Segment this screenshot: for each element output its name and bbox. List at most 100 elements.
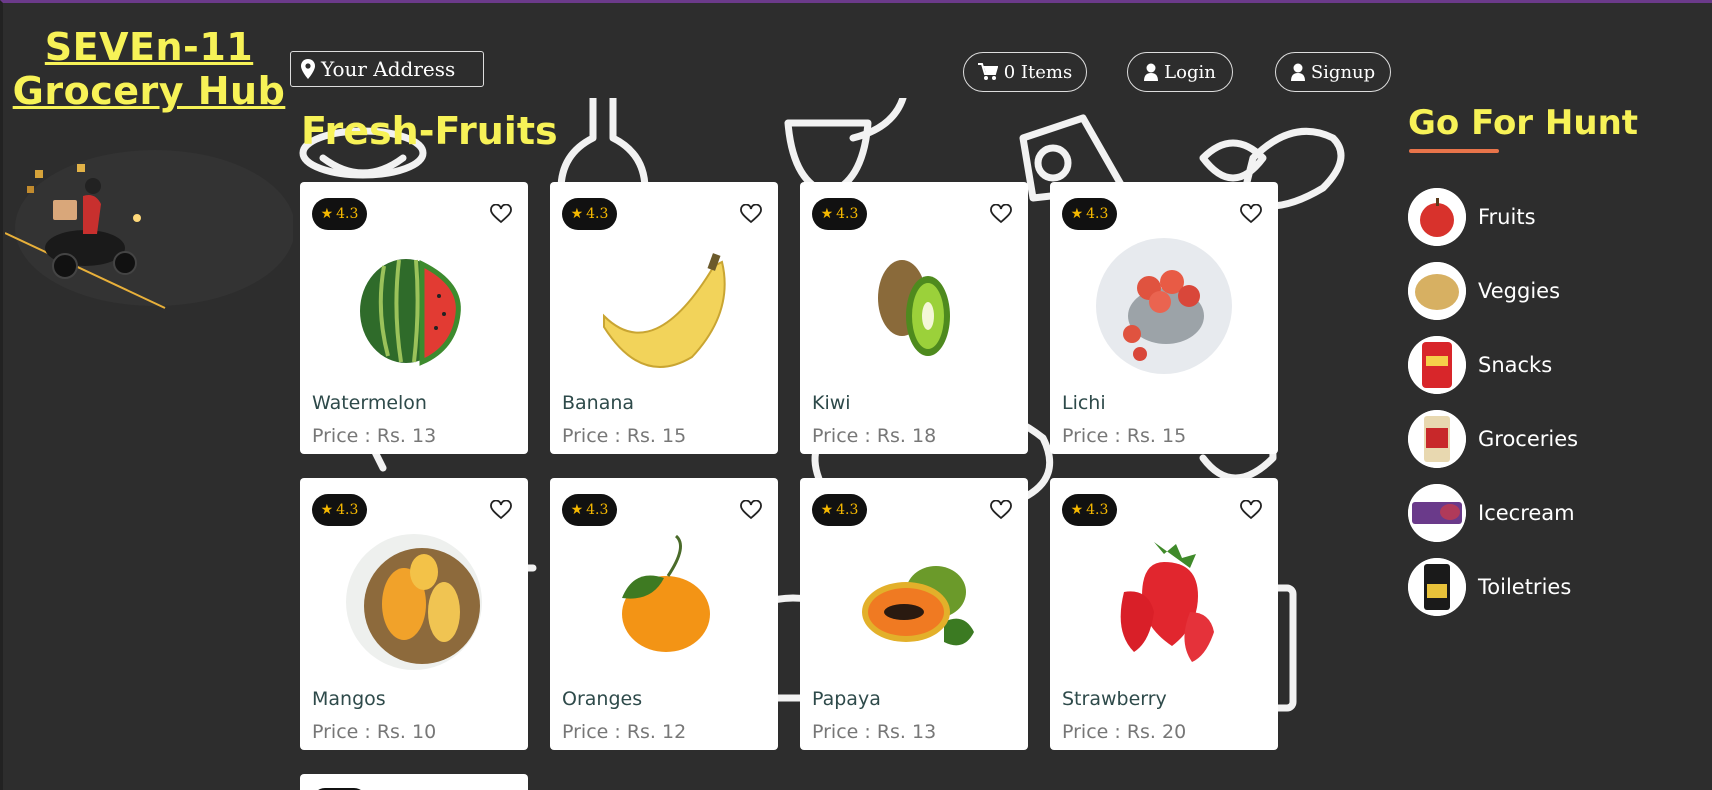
category-label: Icecream [1478,501,1575,525]
star-icon: ★ [570,502,584,518]
star-icon: ★ [320,206,334,222]
rating-value: 4.3 [1086,206,1109,222]
cart-button[interactable]: 0 Items [963,52,1087,92]
product-price: Price : Rs. 15 [1062,425,1187,447]
category-label: Veggies [1478,279,1561,303]
sidebar-title: Go For Hunt [1408,103,1639,143]
heart-icon[interactable] [990,204,1012,224]
star-icon: ★ [1070,502,1084,518]
product-card-strawberry[interactable]: ★ 4.3 Strawberry Price : Rs. 20 [1050,478,1278,750]
heart-icon[interactable] [490,500,512,520]
section-title: Fresh-Fruits [301,109,558,153]
shopping-cart-icon [977,63,998,80]
category-label: Snacks [1478,353,1553,377]
category-item-toiletries[interactable]: Toiletries [1408,558,1658,616]
product-card-kiwi[interactable]: ★ 4.3 Kiwi Price : Rs. 18 [800,182,1028,454]
product-card-papaya[interactable]: ★ 4.3 Papaya Price : Rs. 13 [800,478,1028,750]
rating-value: 4.3 [836,502,859,518]
login-button[interactable]: Login [1127,52,1233,92]
map-pin-icon [301,59,315,79]
star-icon: ★ [320,502,334,518]
product-price: Price : Rs. 15 [562,425,687,447]
product-name: Strawberry [1062,688,1167,710]
address-selector[interactable]: Your Address [290,51,484,87]
category-label: Toiletries [1478,575,1572,599]
rating-value: 4.3 [836,206,859,222]
chips-packet-thumbnail [1408,336,1466,394]
rating-badge: ★ 4.3 [812,198,867,230]
rating-badge: ★ 4.3 [1062,494,1117,526]
star-icon: ★ [820,502,834,518]
product-name: Kiwi [812,392,851,414]
heart-icon[interactable] [490,204,512,224]
product-card-partial[interactable] [300,774,528,790]
heart-icon[interactable] [990,500,1012,520]
logo-line-1: SEVEn-11 [44,25,254,69]
product-card-oranges[interactable]: ★ 4.3 Oranges Price : Rs. 12 [550,478,778,750]
product-name: Papaya [812,688,881,710]
product-price: Price : Rs. 12 [562,721,687,743]
mango-image [346,534,482,670]
rating-value: 4.3 [336,502,359,518]
kiwi-image [878,260,950,356]
star-icon: ★ [820,206,834,222]
product-price: Price : Rs. 13 [812,721,937,743]
product-card-mangos[interactable]: ★ 4.3 Mangos Price : Rs. 10 [300,478,528,750]
login-label: Login [1164,61,1216,83]
product-name: Lichi [1062,392,1106,414]
address-label: Your Address [321,57,456,81]
papaya-image [862,566,974,646]
potato-thumbnail [1408,262,1466,320]
user-icon [1290,63,1305,81]
product-card-banana[interactable]: ★ 4.3 Banana Price : Rs. 15 [550,182,778,454]
apple-thumbnail [1408,188,1466,246]
product-card-lichi[interactable]: ★ 4.3 Lichi Price : Rs. 15 [1050,182,1278,454]
rating-badge: ★ 4.3 [812,494,867,526]
toiletries-thumbnail [1408,558,1466,616]
signup-label: Signup [1310,61,1376,83]
grocery-bag-thumbnail [1408,410,1466,468]
rating-value: 4.3 [586,206,609,222]
rating-badge: ★ 4.3 [1062,198,1117,230]
icecream-tub-thumbnail [1408,484,1466,542]
sidebar-title-underline [1409,149,1499,153]
category-item-snacks[interactable]: Snacks [1408,336,1658,394]
heart-icon[interactable] [1240,204,1262,224]
product-card-watermelon[interactable]: ★ 4.3 Watermelon Price : Rs. 13 [300,182,528,454]
delivery-scooter-illustration [5,150,293,309]
product-price: Price : Rs. 10 [312,721,437,743]
star-icon: ★ [570,206,584,222]
watermelon-image [360,259,461,366]
banana-image [603,253,726,368]
category-item-groceries[interactable]: Groceries [1408,410,1658,468]
heart-icon[interactable] [740,204,762,224]
category-label: Fruits [1478,205,1536,229]
rating-badge: ★ 4.3 [312,198,367,230]
site-logo[interactable]: SEVEn-11 Grocery Hub [9,25,289,113]
rating-value: 4.3 [586,502,609,518]
product-name: Banana [562,392,635,414]
lichi-image [1096,238,1232,374]
strawberry-image [1120,542,1214,662]
product-name: Oranges [562,688,643,710]
star-icon: ★ [1070,206,1084,222]
category-label: Groceries [1478,427,1579,451]
rating-value: 4.3 [1086,502,1109,518]
rating-badge: ★ 4.3 [312,494,367,526]
rating-badge: ★ 4.3 [562,494,617,526]
cart-count-label: 0 Items [1003,61,1073,83]
category-item-fruits[interactable]: Fruits [1408,188,1658,246]
signup-button[interactable]: Signup [1275,52,1391,92]
heart-icon[interactable] [1240,500,1262,520]
category-item-veggies[interactable]: Veggies [1408,262,1658,320]
category-item-icecream[interactable]: Icecream [1408,484,1658,542]
logo-line-2: Grocery Hub [12,69,286,113]
product-price: Price : Rs. 13 [312,425,437,447]
orange-image [622,534,710,652]
heart-icon[interactable] [740,500,762,520]
rating-value: 4.3 [336,206,359,222]
user-icon [1144,63,1159,81]
product-name: Watermelon [312,392,427,414]
product-price: Price : Rs. 18 [812,425,937,447]
product-name: Mangos [312,688,386,710]
